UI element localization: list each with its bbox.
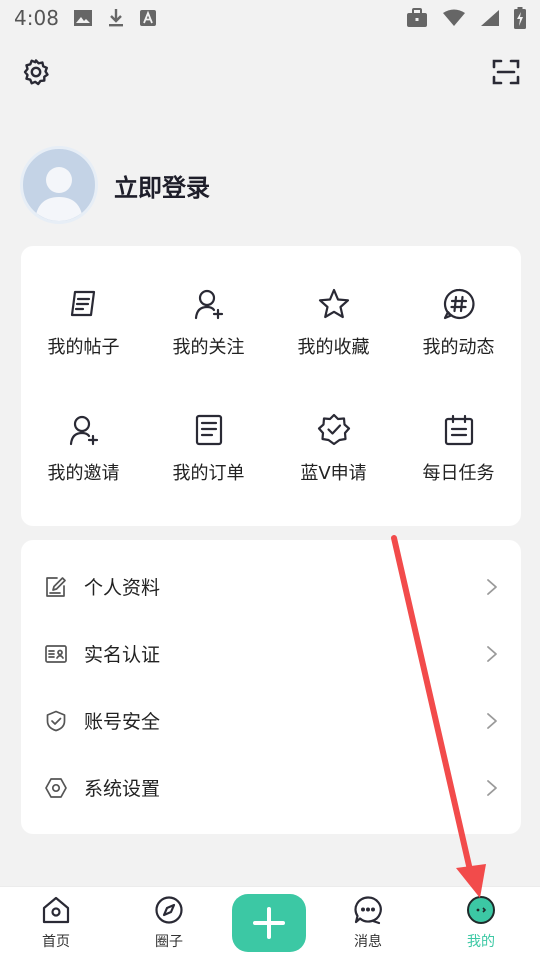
work-profile-icon — [407, 8, 427, 27]
profile-header[interactable]: 立即登录 — [20, 146, 210, 224]
gear-icon — [23, 59, 49, 86]
app-a-notification-icon — [139, 10, 156, 26]
chat-bubble-icon — [354, 896, 382, 925]
grid-item-label: 我的帖子 — [47, 337, 120, 358]
tab-mine[interactable]: 我的 — [436, 895, 526, 951]
grid-item-my-invites[interactable]: 我的邀请 — [21, 386, 146, 512]
chevron-right-icon — [487, 779, 497, 796]
scan-button[interactable] — [492, 58, 520, 86]
plus-icon — [253, 907, 285, 939]
chevron-right-icon — [487, 645, 497, 662]
image-notification-icon — [73, 10, 92, 26]
list-item-profile-info[interactable]: 个人资料 — [21, 553, 521, 620]
default-avatar-icon — [35, 167, 83, 221]
grid-item-my-follow[interactable]: 我的关注 — [146, 260, 271, 386]
login-link[interactable]: 立即登录 — [114, 168, 210, 203]
grid-item-label: 我的关注 — [172, 337, 245, 358]
star-icon — [318, 288, 349, 319]
scan-icon — [492, 59, 520, 85]
chevron-right-icon — [487, 578, 497, 595]
settings-button[interactable] — [22, 58, 50, 86]
list-item-label: 账号安全 — [84, 711, 161, 733]
settings-list-card: 个人资料 实名认证 账号安全 系统设置 — [21, 540, 521, 834]
mine-face-icon — [467, 896, 495, 924]
id-card-icon — [45, 644, 67, 663]
grid-item-label: 每日任务 — [422, 463, 495, 484]
tab-messages[interactable]: 消息 — [323, 895, 413, 951]
download-notification-icon — [108, 9, 123, 27]
grid-item-label: 我的动态 — [422, 337, 495, 358]
grid-item-blue-v-apply[interactable]: 蓝V申请 — [271, 386, 396, 512]
invite-user-icon — [69, 415, 98, 446]
grid-item-my-activity[interactable]: 我的动态 — [396, 260, 521, 386]
grid-item-my-orders[interactable]: 我的订单 — [146, 386, 271, 512]
list-item-label: 实名认证 — [84, 644, 161, 666]
shield-check-icon — [46, 710, 66, 731]
tab-messages-label: 消息 — [354, 934, 382, 950]
grid-item-daily-tasks[interactable]: 每日任务 — [396, 386, 521, 512]
wifi-icon — [443, 9, 465, 26]
grid-item-label: 我的订单 — [172, 463, 245, 484]
grid-item-label: 我的收藏 — [297, 337, 370, 358]
tab-mine-label: 我的 — [467, 934, 495, 950]
hashtag-bubble-icon — [443, 288, 475, 320]
tab-circle-label: 圈子 — [155, 934, 183, 950]
list-item-label: 个人资料 — [84, 577, 161, 599]
avatar[interactable] — [20, 146, 98, 224]
verified-badge-icon — [317, 413, 350, 446]
create-post-button[interactable] — [232, 894, 306, 952]
home-icon — [42, 896, 70, 924]
chevron-right-icon — [487, 712, 497, 729]
list-item-system-settings[interactable]: 系统设置 — [21, 754, 521, 821]
list-item-real-name-verification[interactable]: 实名认证 — [21, 620, 521, 687]
status-time: 4:08 — [14, 6, 59, 30]
order-document-icon — [195, 414, 222, 446]
calendar-task-icon — [444, 414, 473, 446]
edit-profile-icon — [46, 576, 66, 597]
list-item-label: 系统设置 — [84, 778, 161, 800]
hexagon-settings-icon — [45, 777, 67, 798]
tab-circle[interactable]: 圈子 — [124, 895, 214, 951]
status-bar: 4:08 — [0, 0, 540, 36]
posts-icon — [70, 290, 95, 317]
tab-home[interactable]: 首页 — [11, 895, 101, 951]
list-item-account-security[interactable]: 账号安全 — [21, 687, 521, 754]
signal-icon — [481, 10, 499, 26]
grid-item-my-posts[interactable]: 我的帖子 — [21, 260, 146, 386]
grid-item-label: 我的邀请 — [47, 463, 120, 484]
battery-charging-icon — [514, 7, 526, 29]
grid-item-my-favorites[interactable]: 我的收藏 — [271, 260, 396, 386]
grid-item-label: 蓝V申请 — [300, 463, 367, 484]
feature-grid-card: 我的帖子 我的关注 我的收藏 我的动态 我的邀请 我的订单 蓝V申请 每日任务 — [21, 246, 521, 526]
follow-user-icon — [194, 289, 223, 320]
tab-home-label: 首页 — [42, 934, 70, 950]
compass-icon — [155, 896, 183, 924]
